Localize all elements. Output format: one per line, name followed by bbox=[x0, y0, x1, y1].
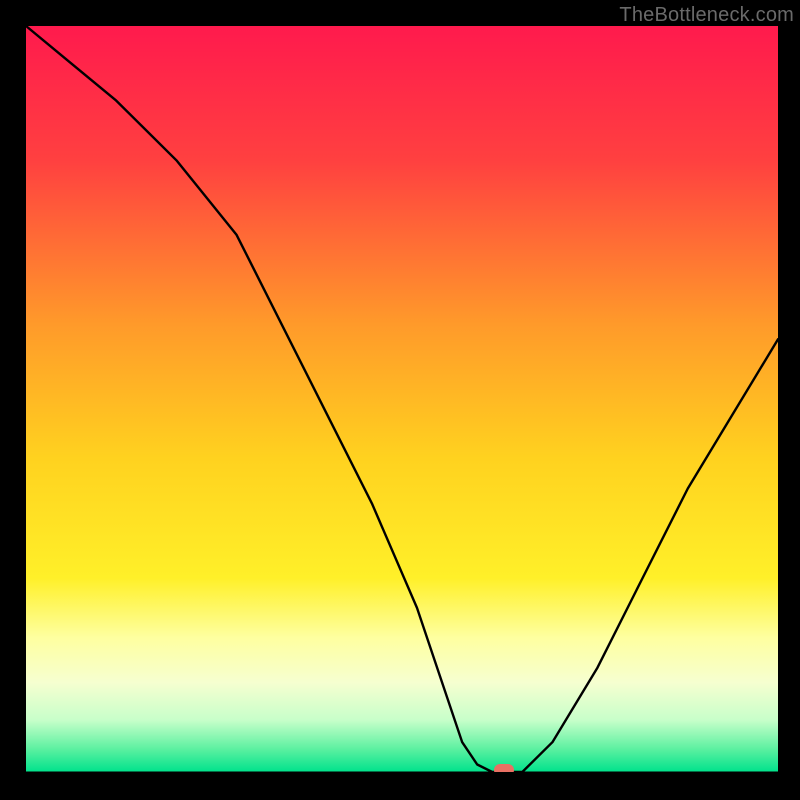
plot-area bbox=[26, 26, 778, 772]
attribution-label: TheBottleneck.com bbox=[619, 4, 794, 27]
chart-container: TheBottleneck.com bbox=[0, 0, 800, 800]
bottleneck-curve bbox=[26, 26, 778, 772]
min-marker bbox=[494, 764, 514, 772]
